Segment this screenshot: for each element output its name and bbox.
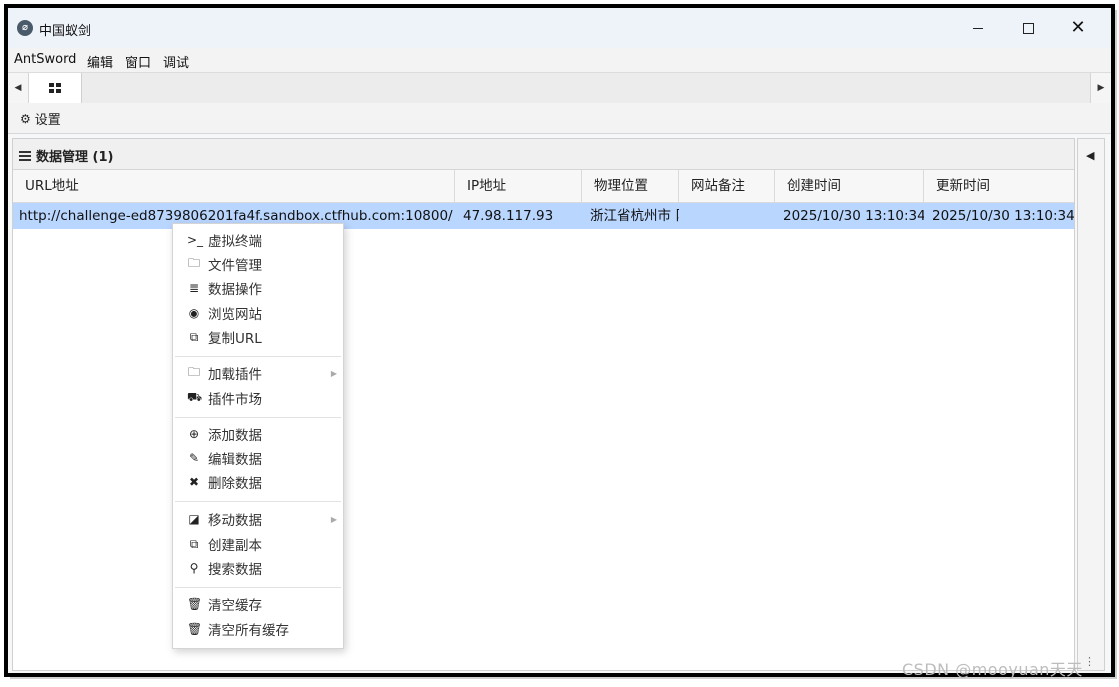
menu-item-plugin-market[interactable]: ⛟ 插件市场	[173, 386, 343, 410]
cart-icon: ⛟	[187, 390, 203, 404]
menu-item-label: 移动数据	[208, 513, 262, 529]
menu-divider	[175, 587, 341, 588]
menu-item-label: 复制URL	[208, 331, 262, 347]
menu-item-clear-cache[interactable]: 🗑 清空缓存	[173, 592, 343, 616]
copy-icon: ⧉	[189, 536, 199, 551]
gear-icon: ⚙	[20, 111, 31, 126]
menu-debug[interactable]: 调试	[163, 52, 189, 71]
minimize-icon	[973, 27, 983, 29]
settings-button[interactable]: ⚙ 设置	[20, 109, 61, 129]
list-icon	[19, 149, 31, 163]
menu-divider	[175, 417, 341, 418]
menu-item-label: 添加数据	[208, 428, 262, 444]
column-header-url[interactable]: URL地址	[13, 170, 455, 202]
panel-title: 数据管理 (1)	[36, 150, 114, 165]
folder-icon: 🗀	[187, 364, 200, 379]
grid-icon	[49, 83, 61, 93]
close-window-button[interactable]: ✕	[1054, 8, 1102, 48]
tab-data-manager[interactable]	[29, 73, 82, 103]
menu-antsword[interactable]: AntSword	[14, 52, 76, 67]
close-icon: ✖	[188, 475, 200, 489]
database-icon: ≣	[188, 281, 200, 295]
folder-icon: 🗀	[187, 255, 200, 270]
column-header-ip[interactable]: IP地址	[455, 170, 582, 202]
menu-item-label: 清空所有缓存	[208, 623, 289, 639]
trash-outline-icon: 🗑	[187, 597, 203, 611]
menu-item-label: 删除数据	[208, 476, 262, 492]
menu-item-file-manager[interactable]: 🗀 文件管理	[173, 252, 343, 276]
tab-bar: ◀ ▶	[8, 73, 1111, 104]
context-menu: >_ 虚拟终端 🗀 文件管理 ≣ 数据操作 ◉ 浏览网站 ⧉ 复制URL 🗀 加…	[172, 223, 344, 649]
menu-item-virtual-terminal[interactable]: >_ 虚拟终端	[173, 228, 343, 252]
menu-item-label: 清空缓存	[208, 598, 262, 614]
antsword-logo-icon: ⌀	[17, 20, 33, 36]
menu-item-copy-url[interactable]: ⧉ 复制URL	[173, 325, 343, 349]
search-icon: ⚲	[189, 561, 199, 575]
menu-bar: AntSword 编辑 窗口 调试	[8, 48, 1111, 73]
tab-scroll-right-button[interactable]: ▶	[1090, 73, 1111, 103]
menu-item-edit-data[interactable]: ✎ 编辑数据	[173, 446, 343, 470]
menu-item-search-data[interactable]: ⚲ 搜索数据	[173, 556, 343, 580]
watermark: CSDN @mooyuan天天	[902, 660, 1083, 679]
trash-icon: 🗑	[187, 622, 203, 636]
cell-updated: 2025/10/30 13:10:34	[932, 208, 1074, 224]
menu-edit[interactable]: 编辑	[87, 52, 113, 71]
tab-scroll-left-button[interactable]: ◀	[8, 73, 29, 103]
menu-item-add-data[interactable]: ⊕ 添加数据	[173, 422, 343, 446]
menu-divider	[175, 501, 341, 502]
close-icon: ✕	[1070, 17, 1086, 38]
column-header-location[interactable]: 物理位置	[582, 170, 679, 202]
menu-item-label: 编辑数据	[208, 452, 262, 468]
more-icon: ⋮	[1084, 655, 1095, 668]
menu-window[interactable]: 窗口	[125, 52, 151, 71]
menu-item-clear-all-cache[interactable]: 🗑 清空所有缓存	[173, 617, 343, 641]
cell-created: 2025/10/30 13:10:34	[783, 208, 924, 224]
toolbar: ⚙ 设置	[8, 103, 1111, 134]
chevron-left-icon[interactable]: ◀	[1086, 149, 1094, 162]
app-window: ⌀ 中国蚁剑 ✕ AntSword 编辑 窗口 调试 ◀ ▶ ⚙ 设置 数据管理…	[4, 4, 1115, 677]
edit-icon: ✎	[188, 451, 200, 465]
chevron-right-icon: ▶	[330, 514, 337, 524]
chevron-right-icon: ▶	[330, 368, 337, 378]
copy-icon: ⧉	[189, 329, 199, 344]
side-panel-collapsed[interactable]: ◀ ⋮	[1077, 138, 1105, 671]
menu-item-database[interactable]: ≣ 数据操作	[173, 276, 343, 300]
menu-item-create-copy[interactable]: ⧉ 创建副本	[173, 532, 343, 556]
plus-circle-icon: ⊕	[188, 427, 200, 441]
cell-location: 浙江省杭州市 阝	[590, 208, 679, 224]
column-header-note[interactable]: 网站备注	[679, 170, 775, 202]
table-header: URL地址 IP地址 物理位置 网站备注 创建时间 更新时间	[13, 170, 1074, 203]
settings-label: 设置	[34, 113, 61, 128]
column-header-created[interactable]: 创建时间	[775, 170, 924, 202]
cell-note	[679, 203, 775, 229]
menu-item-label: 搜索数据	[208, 562, 262, 578]
minimize-button[interactable]	[954, 8, 1002, 48]
menu-item-label: 文件管理	[208, 258, 262, 274]
menu-item-label: 加载插件	[208, 367, 262, 383]
menu-item-load-plugin[interactable]: 🗀 加载插件 ▶	[173, 361, 343, 385]
chrome-icon: ◉	[188, 306, 200, 320]
terminal-icon: >_	[187, 233, 204, 247]
menu-item-delete-data[interactable]: ✖ 删除数据	[173, 470, 343, 494]
menu-item-label: 浏览网站	[208, 307, 262, 323]
menu-divider	[175, 356, 341, 357]
menu-item-browse-site[interactable]: ◉ 浏览网站	[173, 301, 343, 325]
panel-header: 数据管理 (1)	[13, 139, 1074, 170]
menu-item-label: 数据操作	[208, 282, 262, 298]
cell-ip: 47.98.117.93	[463, 208, 554, 224]
maximize-icon	[1022, 22, 1034, 34]
menu-item-move-data[interactable]: ◪ 移动数据 ▶	[173, 507, 343, 531]
column-header-updated[interactable]: 更新时间	[924, 170, 1074, 202]
title-bar[interactable]: ⌀ 中国蚁剑 ✕	[8, 8, 1111, 48]
move-icon: ◪	[188, 512, 200, 526]
menu-item-label: 虚拟终端	[208, 234, 262, 250]
maximize-button[interactable]	[1004, 8, 1052, 48]
menu-item-label: 创建副本	[208, 538, 262, 554]
window-title: 中国蚁剑	[39, 24, 92, 39]
menu-item-label: 插件市场	[208, 392, 262, 408]
